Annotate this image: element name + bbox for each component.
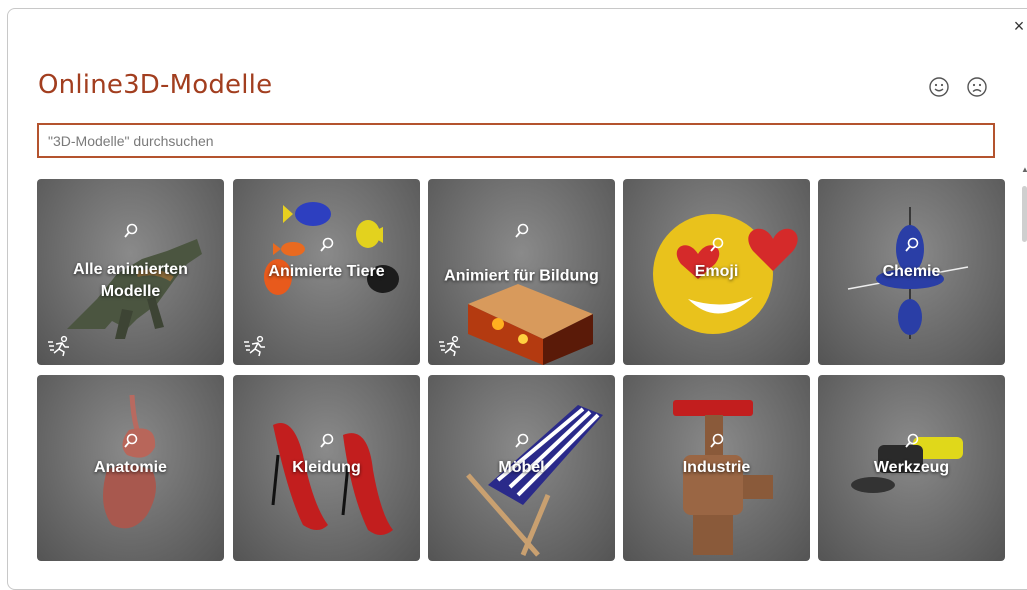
search-icon: [709, 237, 723, 252]
category-tile-clothing[interactable]: Kleidung: [233, 375, 420, 561]
category-tile-tools[interactable]: Werkzeug: [818, 375, 1005, 561]
search-icon: [514, 433, 528, 448]
search-icon: [123, 223, 137, 238]
close-button[interactable]: ×: [1011, 16, 1027, 36]
smiley-icon[interactable]: [928, 76, 950, 98]
search-icon: [123, 433, 137, 448]
category-label: Animiert für Bildung: [444, 267, 599, 285]
scrollbar-thumb[interactable]: [1022, 186, 1027, 242]
search-icon: [319, 237, 333, 252]
dialog-title: Online3D-Modelle: [38, 70, 273, 100]
frowny-icon[interactable]: [966, 76, 988, 98]
category-label: Kleidung: [292, 459, 361, 476]
search-icon: [709, 433, 723, 448]
category-tile-all-animated[interactable]: Alle animierten Modelle: [37, 179, 224, 365]
animated-runner-icon: [48, 335, 69, 357]
category-tile-chemistry[interactable]: Chemie: [818, 179, 1005, 365]
search-icon: [319, 433, 333, 448]
category-tile-emoji[interactable]: Emoji: [623, 179, 810, 365]
animated-runner-icon: [439, 335, 460, 357]
category-label: Animierte Tiere: [268, 263, 385, 280]
category-tile-anatomy[interactable]: Anatomie: [37, 375, 224, 561]
category-tile-industry[interactable]: Industrie: [623, 375, 810, 561]
search-icon: [904, 237, 918, 252]
category-tile-furniture[interactable]: Möbel: [428, 375, 615, 561]
search-box: [37, 123, 995, 158]
category-tile-animated-education[interactable]: Animiert für Bildung: [428, 179, 615, 365]
search-icon: [904, 433, 918, 448]
category-label: Möbel: [498, 459, 545, 476]
search-icon: [514, 223, 528, 238]
category-tile-animated-animals[interactable]: Animierte Tiere: [233, 179, 420, 365]
search-input[interactable]: [39, 125, 993, 156]
animated-runner-icon: [244, 335, 265, 357]
category-label: Emoji: [694, 263, 739, 280]
category-label: Anatomie: [94, 459, 167, 476]
category-label: Alle animierten Modelle: [73, 260, 188, 300]
category-label: Werkzeug: [873, 459, 950, 476]
scroll-up-arrow[interactable]: ▲: [1021, 165, 1027, 174]
category-label: Industrie: [682, 459, 751, 476]
category-label: Chemie: [882, 263, 941, 280]
